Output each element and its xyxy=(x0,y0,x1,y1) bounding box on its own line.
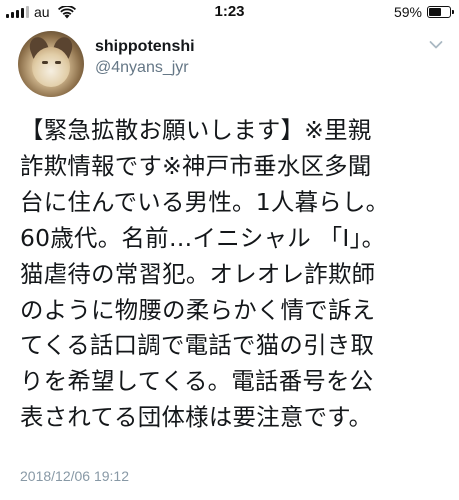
tweet-text: 【緊急拡散お願いします】※里親 詐欺情報です※神戸市垂水区多聞 台に住んでいる男… xyxy=(20,113,450,436)
tweet-line: 台に住んでいる男性。1人暮らし。 xyxy=(20,187,390,216)
avatar[interactable] xyxy=(18,31,84,97)
user-handle[interactable]: @4nyans_jyr xyxy=(95,59,189,77)
tweet-line: 表されてる団体様は要注意です。 xyxy=(20,403,373,432)
status-right: 59% xyxy=(393,4,454,20)
avatar-cat-eye-left xyxy=(42,61,48,64)
avatar-cat-face xyxy=(32,47,70,87)
tweet-line: 詐欺情報です※神戸市垂水区多聞 xyxy=(20,151,372,180)
status-time: 1:23 xyxy=(214,3,245,20)
tweet-line: 60歳代。名前…イニシャル 「I」。 xyxy=(20,223,386,252)
status-bar: au 1:23 59% xyxy=(0,0,459,26)
display-name[interactable]: shippotenshi xyxy=(95,38,195,56)
tweet-timestamp[interactable]: 2018/12/06 19:12 xyxy=(20,468,129,484)
tweet-line: 【緊急拡散お願いします】※里親 xyxy=(20,116,372,144)
avatar-cat-eye-right xyxy=(55,61,61,64)
chevron-down-icon[interactable] xyxy=(429,40,443,50)
tweet-line: 猫虐待の常習犯。オレオレ詐欺師 xyxy=(20,259,376,288)
tweet-header: shippotenshi @4nyans_jyr xyxy=(0,26,459,97)
battery-fill xyxy=(429,8,441,16)
battery-icon xyxy=(427,6,454,18)
tweet-line: りを希望してくる。電話番号を公 xyxy=(20,367,374,396)
tweet-line: てくる話口調で電話で猫の引き取 xyxy=(20,331,375,360)
battery-percent: 59% xyxy=(393,4,422,20)
tweet-line: のように物腰の柔らかく情で訴え xyxy=(20,295,376,324)
